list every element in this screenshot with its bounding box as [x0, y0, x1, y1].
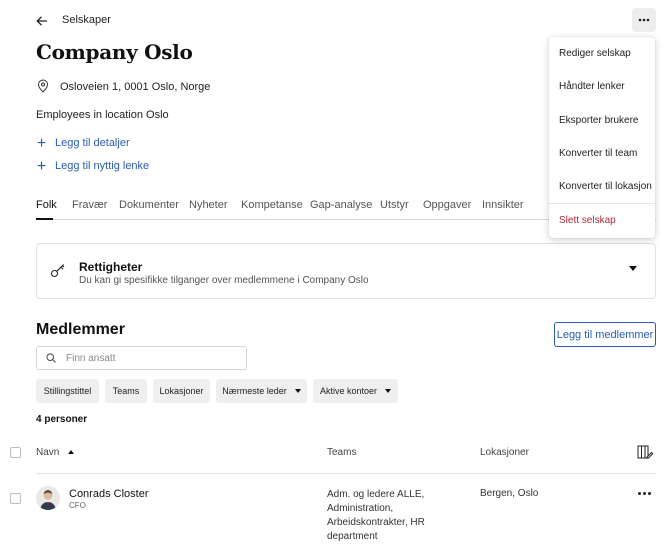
back-arrow-icon[interactable] [36, 12, 50, 30]
search-icon [46, 353, 56, 363]
menu-item-manage-links[interactable]: Håndter lenker [559, 81, 625, 92]
menu-divider [549, 203, 655, 204]
chevron-down-icon[interactable] [629, 266, 637, 271]
plus-icon: + [36, 134, 47, 152]
member-count: 4 personer [36, 414, 88, 425]
row-more-options-icon[interactable] [636, 486, 652, 500]
add-details-link[interactable]: + Legg til detaljer [36, 134, 130, 152]
add-useful-link[interactable]: + Legg til nyttig lenke [36, 157, 149, 175]
tab-fravaer[interactable]: Fravær [72, 199, 107, 211]
member-locations: Bergen, Oslo [480, 488, 539, 499]
column-header-name[interactable]: Navn [36, 447, 59, 458]
members-heading: Medlemmer [36, 321, 125, 338]
tab-utstyr[interactable]: Utstyr [380, 199, 409, 211]
chevron-down-icon [385, 389, 392, 393]
tab-dokumenter[interactable]: Dokumenter [119, 199, 179, 211]
tab-folk[interactable]: Folk [36, 199, 57, 211]
breadcrumb[interactable]: Selskaper [62, 14, 111, 26]
key-icon [50, 262, 66, 278]
sort-ascending-icon[interactable] [68, 450, 74, 454]
company-actions-menu: Rediger selskap Håndter lenker Eksporter… [549, 37, 655, 238]
table-divider [36, 473, 656, 474]
member-teams: Adm. og ledere ALLE, Administration, Arb… [327, 489, 425, 542]
menu-item-export-users[interactable]: Eksporter brukere [559, 115, 638, 126]
member-name[interactable]: Conrads Closter [69, 488, 148, 500]
menu-item-edit-company[interactable]: Rediger selskap [559, 48, 631, 59]
column-settings-icon[interactable] [637, 445, 654, 459]
more-horizontal-icon [638, 18, 650, 22]
select-all-checkbox[interactable] [10, 447, 21, 458]
filter-lokasjoner[interactable]: Lokasjoner [153, 379, 210, 403]
filter-aktive-kontoer[interactable]: Aktive kontoer [313, 379, 398, 403]
member-role: CFO [69, 501, 86, 510]
more-options-button[interactable] [632, 8, 656, 32]
rights-subtitle: Du kan gi spesifikke tilganger over medl… [79, 275, 369, 286]
filter-stillingstittel[interactable]: Stillingstittel [36, 379, 99, 403]
filter-naermeste-leder[interactable]: Nærmeste leder [216, 379, 307, 403]
page-title: Company Oslo [36, 40, 193, 64]
add-members-button[interactable]: Legg til medlemmer [554, 322, 656, 347]
filter-teams[interactable]: Teams [105, 379, 147, 403]
menu-item-convert-to-team[interactable]: Konverter til team [559, 148, 637, 159]
tab-gap-analyse[interactable]: Gap-analyse [310, 199, 372, 211]
row-checkbox[interactable] [10, 493, 21, 504]
rights-panel[interactable]: Rettigheter Du kan gi spesifikke tilgang… [36, 243, 656, 299]
avatar [36, 486, 60, 510]
location-pin-icon [37, 79, 49, 93]
company-address: Osloveien 1, 0001 Oslo, Norge [60, 81, 211, 93]
rights-title: Rettigheter [79, 260, 143, 274]
tab-nyheter[interactable]: Nyheter [189, 199, 228, 211]
tab-kompetanse[interactable]: Kompetanse [241, 199, 303, 211]
column-header-teams: Teams [327, 447, 357, 458]
plus-icon: + [36, 157, 47, 175]
menu-item-delete-company[interactable]: Slett selskap [559, 215, 616, 226]
company-description: Employees in location Oslo [36, 109, 169, 121]
menu-item-convert-to-location[interactable]: Konverter til lokasjon [559, 181, 652, 192]
chevron-down-icon [294, 389, 301, 393]
tab-oppgaver[interactable]: Oppgaver [423, 199, 471, 211]
search-box [36, 346, 247, 370]
column-header-locations: Lokasjoner [480, 447, 529, 458]
active-tab-indicator [36, 218, 53, 220]
search-input[interactable] [66, 352, 236, 364]
tab-innsikter[interactable]: Innsikter [482, 199, 524, 211]
